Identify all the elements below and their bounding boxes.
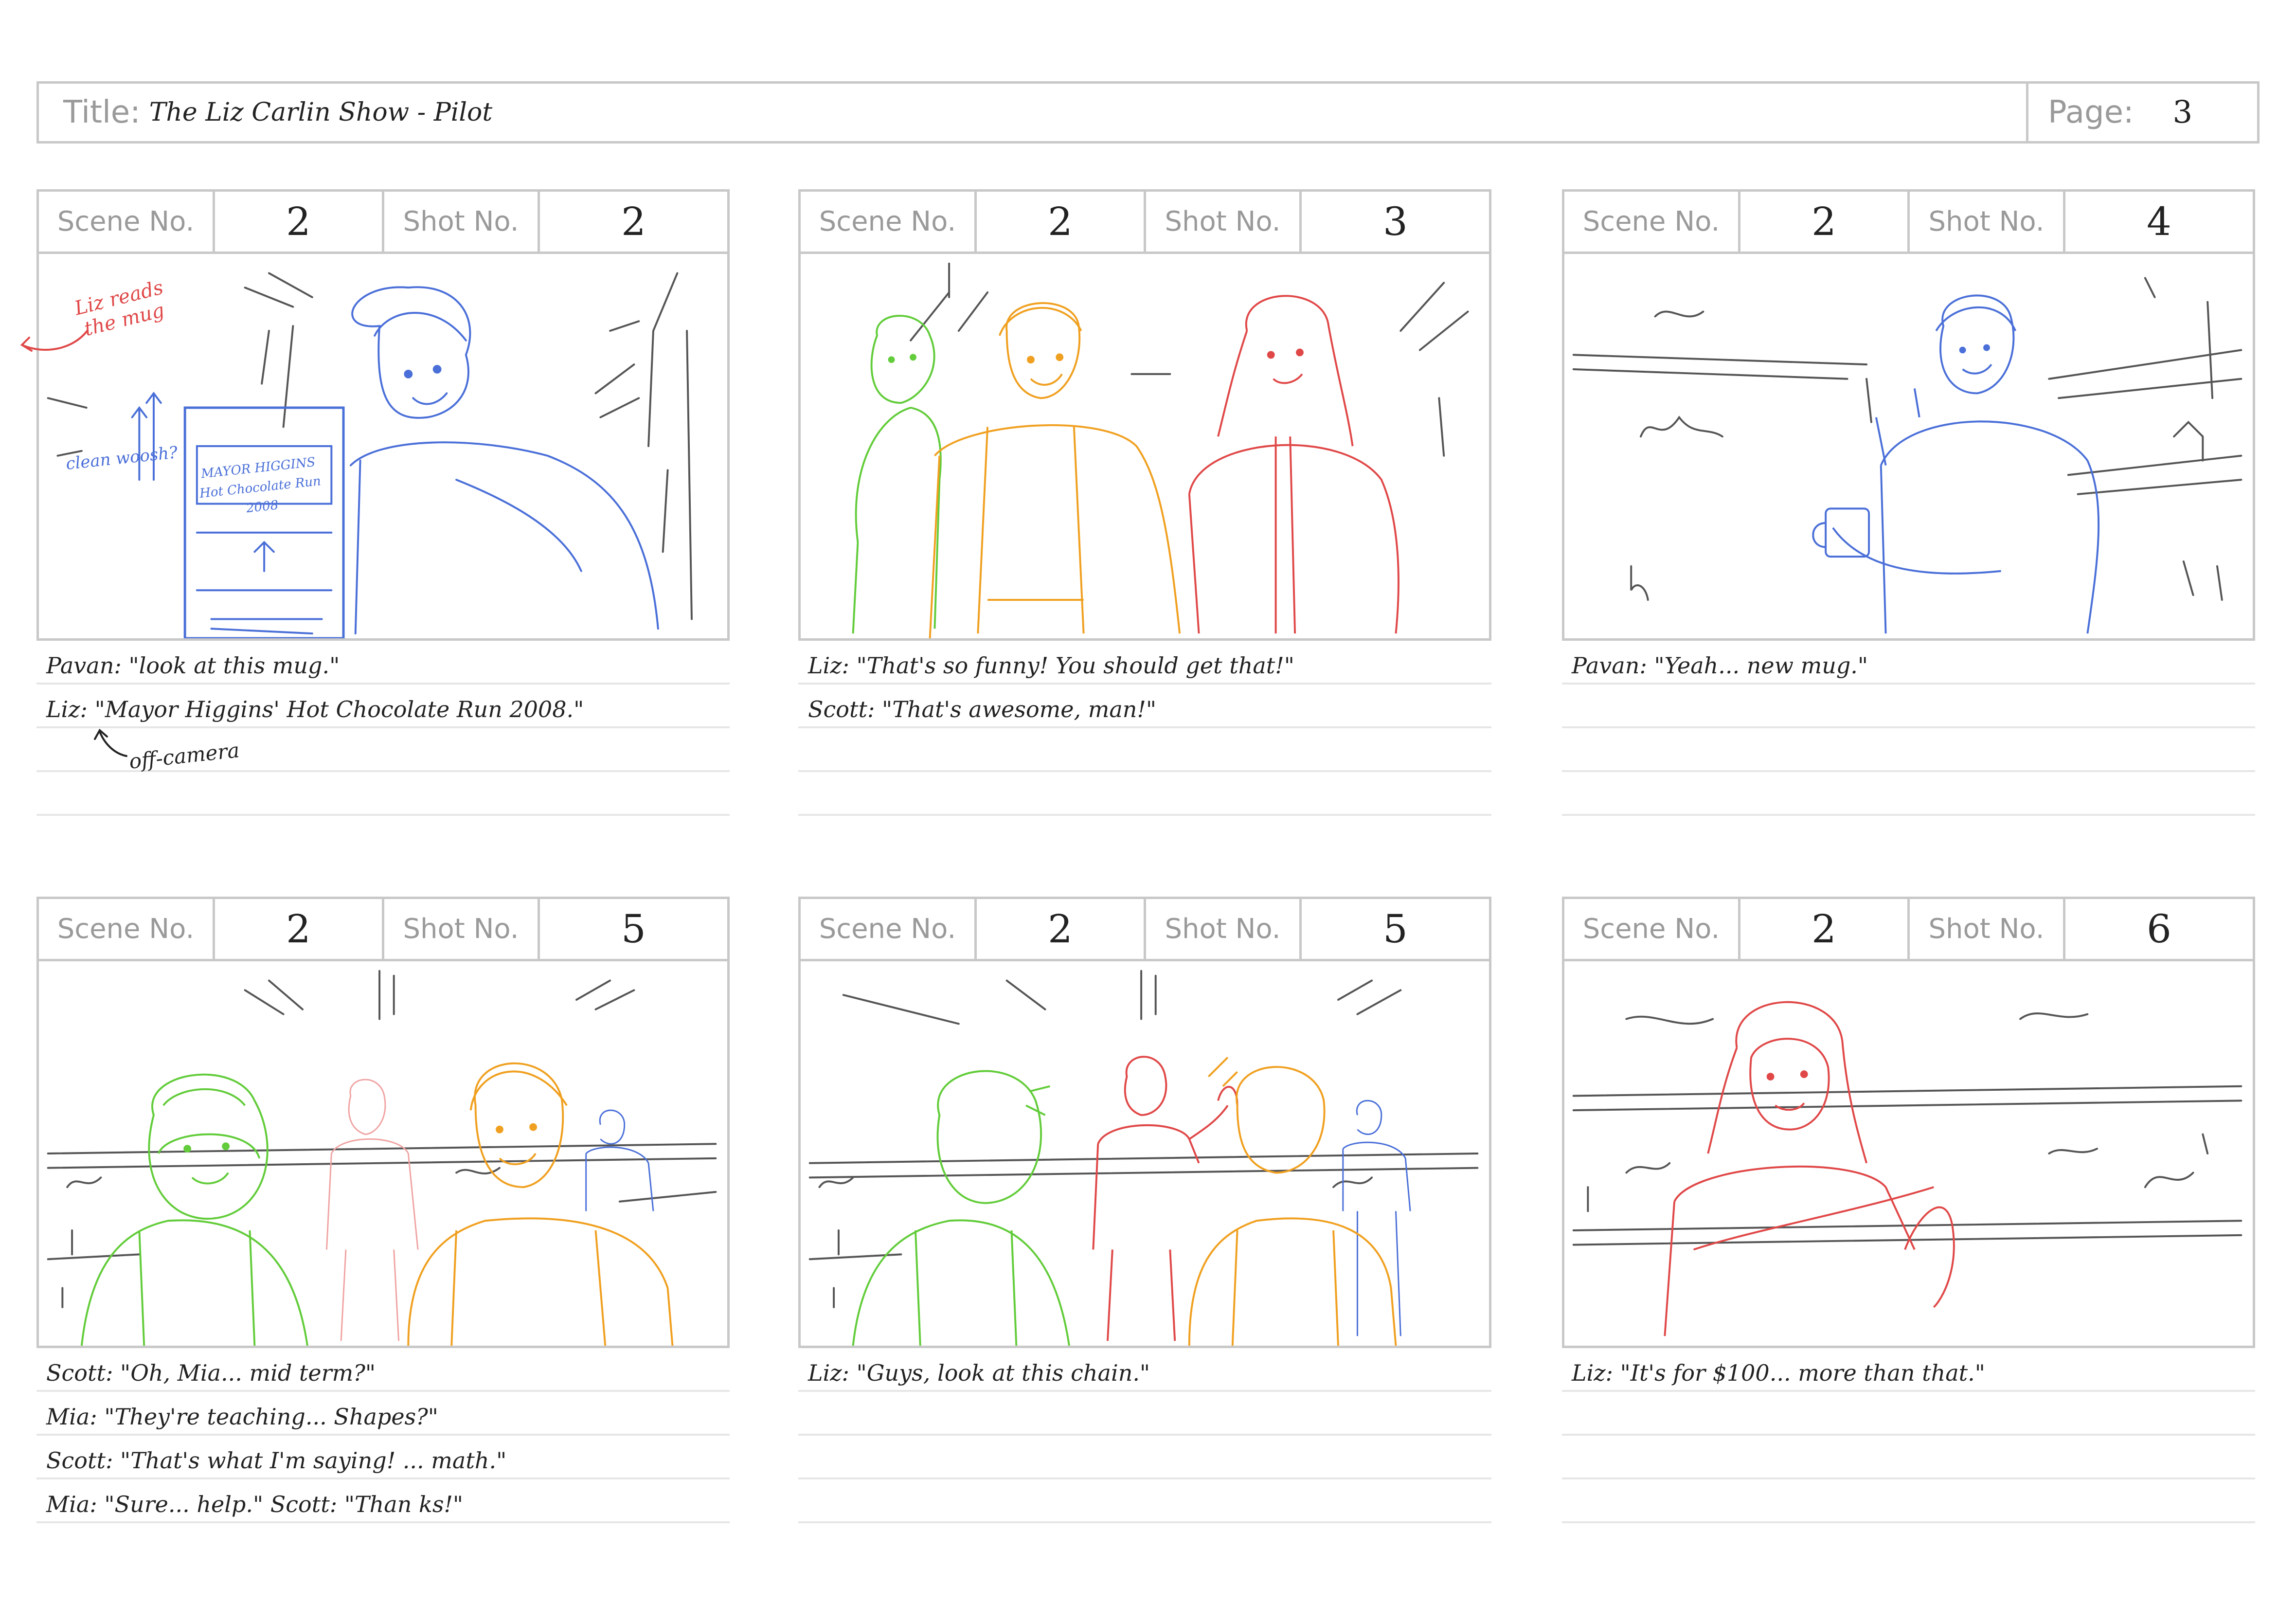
scene-number: 2 [1740,192,1910,252]
dialogue-line [1562,728,2255,772]
shot-label: Shot No. [384,192,540,252]
shot-number: 3 [1383,199,1408,244]
arrow-left-icon [20,329,89,352]
dialogue-line: Scott: "That's what I'm saying! ... math… [36,1436,730,1479]
dialogue-lines: Liz: "It's for $100... more than that." [1562,1348,2255,1523]
shot-number: 4 [2147,199,2171,244]
dialogue-line [1562,772,2255,816]
dialogue-line [1562,1392,2255,1436]
shot-label: Shot No. [1146,192,1302,252]
shot-number: 5 [1383,906,1408,952]
dialogue-line [798,1392,1491,1436]
title-bar: Title: The Liz Carlin Show - Pilot Page:… [36,81,2260,144]
scene-number: 2 [977,192,1146,252]
dialogue-line [1562,1436,2255,1479]
sketch-frame [798,959,1491,1348]
arrow-up-left-icon [94,728,127,757]
scene-label: Scene No. [39,899,215,959]
shot-number: 6 [2147,906,2171,952]
panel-header: Scene No. 2 Shot No. 4 [1562,189,2255,252]
page-number: 3 [2172,94,2193,130]
panel-header: Scene No. 2 Shot No. 2 [36,189,730,252]
scene-label: Scene No. [801,192,977,252]
sketch-frame [36,959,730,1348]
panel-header: Scene No. 2 Shot No. 3 [798,189,1491,252]
sketch-liz-scott-mia [852,262,1469,638]
dialogue-lines: Liz: "That's so funny! You should get th… [798,641,1491,816]
shot-label: Shot No. [384,899,540,959]
shot-label: Shot No. [1146,899,1302,959]
scene-number: 2 [977,899,1146,959]
dialogue-line: Liz: "That's so funny! You should get th… [798,641,1491,685]
sketch-liz-holding-chain [1572,1001,2242,1336]
storyboard-panel: Scene No. 2 Shot No. 5 [36,897,730,1523]
dialogue-line: Mia: "Sure... help." Scott: "Than ks!" [36,1479,730,1523]
dialogue-line [1562,685,2255,728]
panel-header: Scene No. 2 Shot No. 5 [798,897,1491,959]
dialogue-line [36,772,730,816]
scene-number: 2 [215,899,384,959]
sketch-frame [1562,959,2255,1348]
scene-label: Scene No. [1564,192,1740,252]
storyboard-panel: Scene No. 2 Shot No. 4 Pavan: "Yeah... n… [1562,189,2255,816]
dialogue-lines: Pavan: "Yeah... new mug." [1562,641,2255,816]
dialogue-lines: Pavan: "look at this mug." Liz: "Mayor H… [36,641,730,816]
shot-label: Shot No. [1910,192,2065,252]
dialogue-line: Scott: "Oh, Mia... mid term?" [36,1348,730,1392]
storyboard-panel: Scene No. 2 Shot No. 6 Liz: "It's for $1… [1562,897,2255,1523]
storyboard-panel: Scene No. 2 Shot No. 3 Liz: "That's so f… [798,189,1491,816]
scene-number: 2 [1740,899,1910,959]
dialogue-line: Liz: "Guys, look at this chain." [798,1348,1491,1392]
dialogue-line: Mia: "They're teaching... Shapes?" [36,1392,730,1436]
scene-label: Scene No. [801,899,977,959]
sketch-pavan-new-mug [1572,277,2242,634]
dialogue-lines: Scott: "Oh, Mia... mid term?" Mia: "They… [36,1348,730,1523]
dialogue-line: Liz: "It's for $100... more than that." [1562,1348,2255,1392]
dialogue-line: Scott: "That's awesome, man!" [798,685,1491,728]
dialogue-line [1562,1479,2255,1523]
page-label: Page: [2048,94,2134,130]
scene-label: Scene No. [39,192,215,252]
dialogue-lines: Liz: "Guys, look at this chain." [798,1348,1491,1523]
dialogue-line [798,728,1491,772]
shot-label: Shot No. [1910,899,2065,959]
sketch-liz-shows-chain [808,970,1479,1346]
panel-header: Scene No. 2 Shot No. 6 [1562,897,2255,959]
panel-header: Scene No. 2 Shot No. 5 [36,897,730,959]
title-label: Title: [63,94,141,130]
storyboard-panel: Scene No. 2 Shot No. 2 clean woosh? MAYO… [20,189,730,816]
storyboard-panel: Scene No. 2 Shot No. 5 [798,897,1491,1523]
sketch-frame [1562,252,2255,641]
scene-number: 2 [215,192,384,252]
dialogue-line [798,1436,1491,1479]
sketch-scott-and-mia [47,970,717,1346]
shot-number: 5 [621,906,646,952]
dialogue-line: Liz: "Mayor Higgins' Hot Chocolate Run 2… [36,685,730,728]
shot-number: 2 [621,199,646,244]
scene-label: Scene No. [1564,899,1740,959]
sketch-frame [798,252,1491,641]
dialogue-line: Pavan: "look at this mug." [36,641,730,685]
storyboard-title: The Liz Carlin Show - Pilot [149,98,493,127]
dialogue-line: Pavan: "Yeah... new mug." [1562,641,2255,685]
page-cell: Page: 3 [2026,84,2257,141]
dialogue-line [798,772,1491,816]
dialogue-line [798,1479,1491,1523]
